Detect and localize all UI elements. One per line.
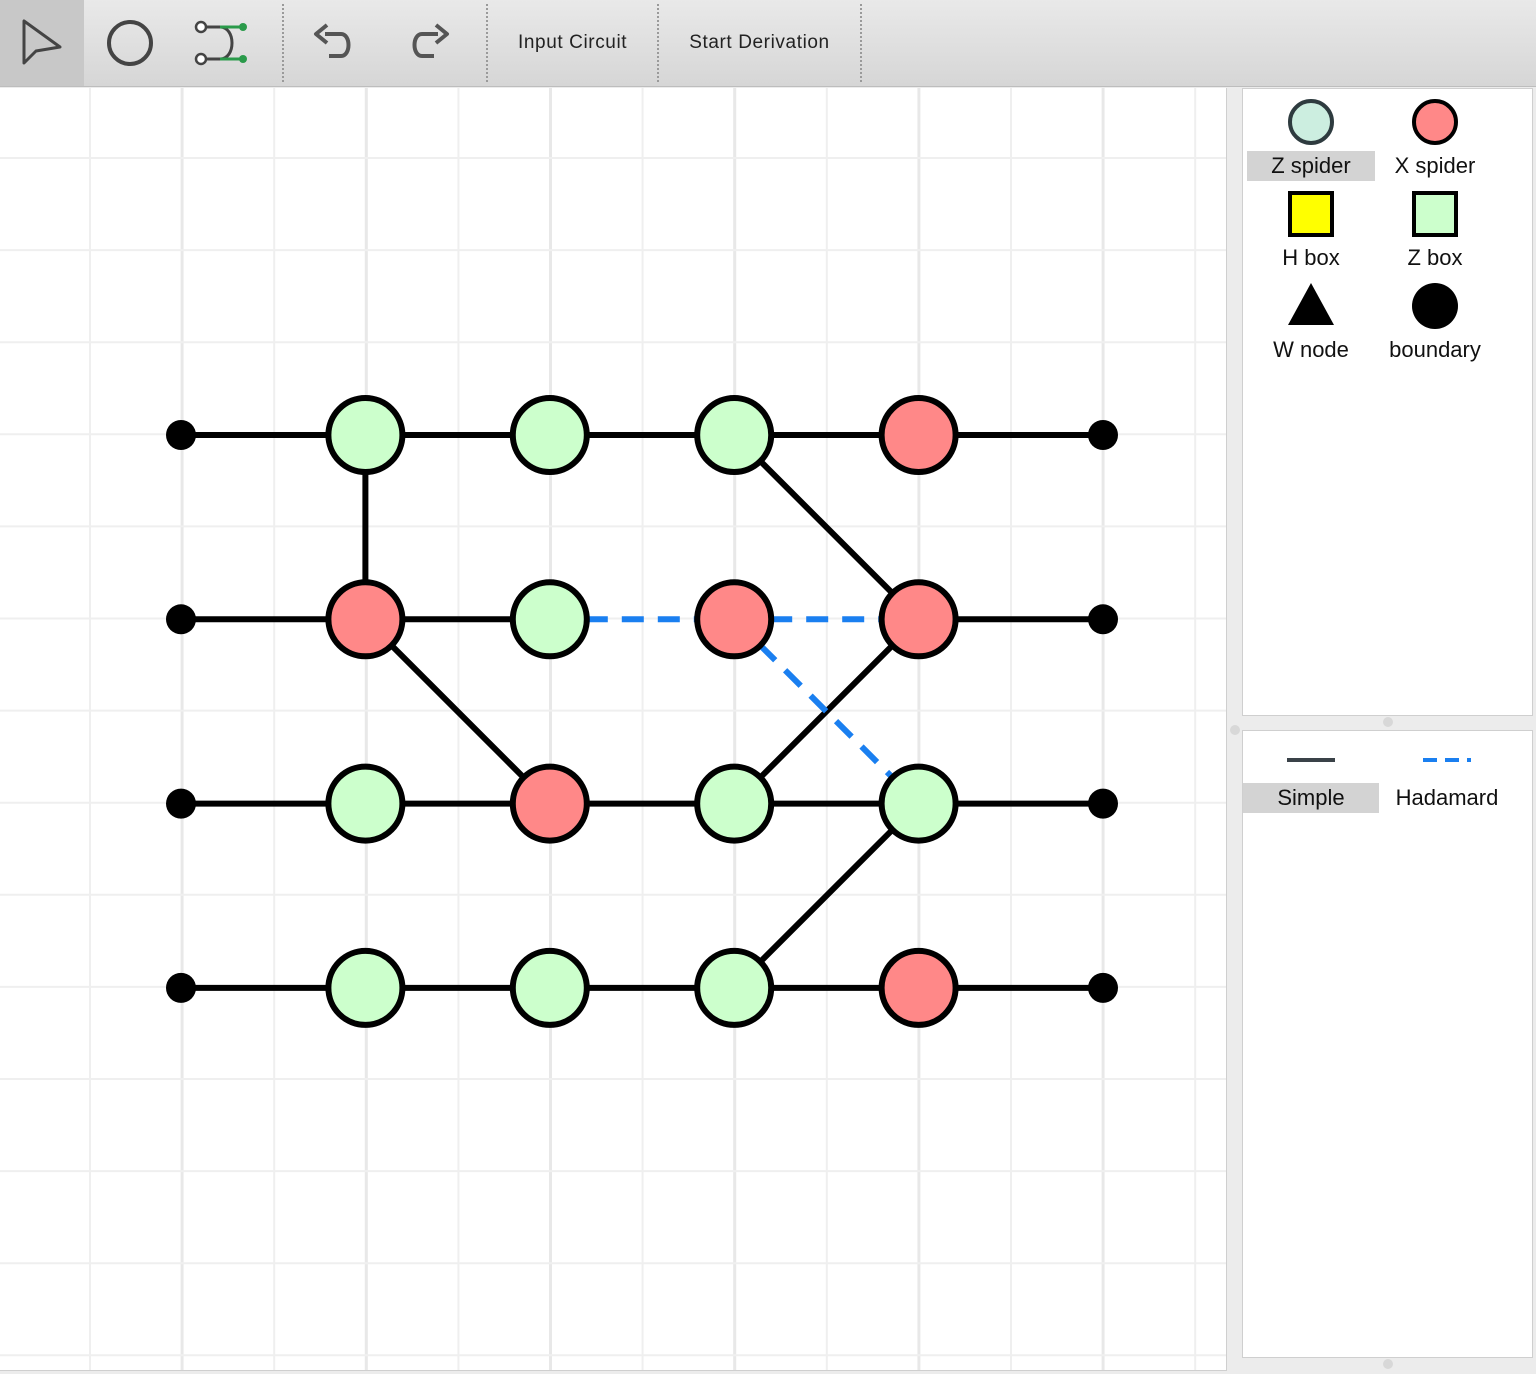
palette-boundary[interactable]: boundary <box>1367 273 1503 365</box>
boundary-vertex[interactable] <box>166 604 196 635</box>
x-spider-vertex[interactable] <box>878 579 959 660</box>
x-spider-vertex[interactable] <box>878 947 959 1028</box>
palette-label: Z spider <box>1247 151 1375 181</box>
edge-palette-simple[interactable]: Simple <box>1243 737 1379 813</box>
x-spider-vertex[interactable] <box>878 395 959 475</box>
toolbar-separator <box>859 4 862 82</box>
palette-label: H box <box>1282 245 1340 270</box>
x-spider-vertex[interactable] <box>325 579 406 660</box>
boundary-icon <box>1367 273 1503 335</box>
circle-icon <box>107 20 153 66</box>
panel-resize-handle[interactable] <box>1383 717 1393 727</box>
edge-tool-button[interactable] <box>176 0 268 86</box>
edge-connect-icon <box>194 20 247 66</box>
simple-edge-icon <box>1243 737 1379 783</box>
redo-button[interactable] <box>384 0 474 86</box>
z-spider-vertex[interactable] <box>509 395 590 475</box>
boundary-vertex[interactable] <box>166 788 196 819</box>
panel-resize-handle[interactable] <box>1230 725 1240 735</box>
graph-drawing[interactable] <box>0 88 1226 1370</box>
palette-label: Hadamard <box>1395 785 1499 810</box>
boundary-vertex[interactable] <box>1088 420 1118 450</box>
z-spider-vertex[interactable] <box>325 763 406 844</box>
z-spider-vertex[interactable] <box>509 579 590 660</box>
z-spider-vertex[interactable] <box>694 947 775 1028</box>
boundary-vertex[interactable] <box>166 420 196 450</box>
palette-h-box[interactable]: H box <box>1243 181 1379 273</box>
z-spider-vertex[interactable] <box>694 395 775 475</box>
x-spider-vertex[interactable] <box>509 763 590 844</box>
z-spider-vertex[interactable] <box>509 947 590 1028</box>
vertex-tool-button[interactable] <box>84 0 176 86</box>
x-spider-icon <box>1367 89 1503 151</box>
palette-label: W node <box>1273 337 1349 362</box>
undo-icon <box>314 23 351 58</box>
x-spider-vertex[interactable] <box>694 579 775 660</box>
boundary-vertex[interactable] <box>1088 604 1118 635</box>
toolbar: Input Circuit Start Derivation <box>0 0 1536 87</box>
undo-button[interactable] <box>284 0 384 86</box>
palette-x-spider[interactable]: X spider <box>1367 89 1503 181</box>
z-spider-vertex[interactable] <box>878 763 959 844</box>
panel-resize-handle[interactable] <box>1383 1359 1393 1369</box>
edge-palette: Simple Hadamard <box>1242 730 1533 1358</box>
w-node-icon <box>1243 273 1379 335</box>
graph-canvas[interactable] <box>0 88 1227 1371</box>
hadamard-edge-icon <box>1379 737 1515 783</box>
z-spider-vertex[interactable] <box>694 763 775 844</box>
palette-z-spider[interactable]: Z spider <box>1243 89 1379 181</box>
edge-palette-hadamard[interactable]: Hadamard <box>1379 737 1515 813</box>
boundary-vertex[interactable] <box>1088 972 1118 1003</box>
palette-label: boundary <box>1389 337 1481 362</box>
z-spider-vertex[interactable] <box>325 395 406 475</box>
palette-label: X spider <box>1394 153 1476 178</box>
z-spider-icon <box>1243 89 1379 151</box>
start-derivation-button[interactable]: Start Derivation <box>659 0 860 86</box>
boundary-vertex[interactable] <box>1088 788 1118 819</box>
input-circuit-button[interactable]: Input Circuit <box>488 0 657 86</box>
palette-label: Simple <box>1243 783 1379 813</box>
vertex-palette: Z spider X spider H box Z box W node boundary <box>1242 88 1533 716</box>
select-tool-button[interactable] <box>0 0 84 86</box>
palette-z-box[interactable]: Z box <box>1367 181 1503 273</box>
canvas-grid <box>0 88 1226 1370</box>
z-spider-vertex[interactable] <box>325 947 406 1028</box>
cursor-arrow-icon <box>22 19 62 65</box>
boundary-vertex[interactable] <box>166 972 196 1003</box>
h-box-icon <box>1243 181 1379 243</box>
z-box-icon <box>1367 181 1503 243</box>
palette-w-node[interactable]: W node <box>1243 273 1379 365</box>
redo-icon <box>412 23 449 58</box>
palette-label: Z box <box>1407 245 1463 270</box>
